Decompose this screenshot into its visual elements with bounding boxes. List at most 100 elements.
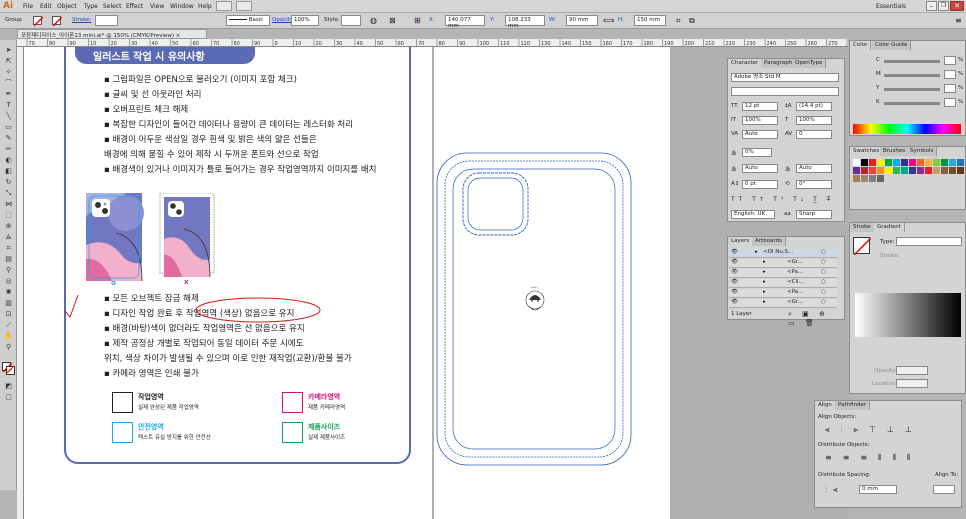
channel-slider[interactable] [884,102,940,105]
scale-tool-icon[interactable]: ⤡ [3,189,14,198]
blend-tool-icon[interactable]: ◎ [3,277,14,286]
expand-arrow-icon[interactable]: ▸ [763,289,766,295]
font-family-select[interactable]: Adobe 명조 Std M [731,73,839,82]
stroke-swatch[interactable] [52,16,63,27]
swatch[interactable] [853,175,860,182]
blob-brush-icon[interactable]: ◐ [3,156,14,165]
eraser-icon[interactable]: ◧ [3,167,14,176]
aki-left-field[interactable]: Auto [742,164,778,173]
swatch[interactable] [869,167,876,174]
arrange-documents-button[interactable] [236,1,252,11]
layer-row[interactable]: 👁 ▸ <Ol Nu.S... ○ [729,249,837,258]
canvas[interactable]: 일러스트 작업 시 유의사항 ▪ 그림파일은 OPEN으로 불러오기 (이미지 … [24,47,848,519]
channel-slider[interactable] [884,60,940,63]
workspace-switcher[interactable]: Essentials [876,3,906,10]
isolate-icon[interactable]: ⧉ [689,16,695,26]
mesh-tool-icon[interactable]: ⌗ [3,244,14,253]
swatch[interactable] [957,159,964,166]
y-field[interactable]: 108.233 mm [505,15,545,29]
channel-value-field[interactable] [944,70,956,79]
tab-character[interactable]: Character [728,59,763,68]
font-size-field[interactable]: 12 pt [742,102,778,111]
graphic-style-select[interactable] [341,15,361,26]
menu-view[interactable]: View [150,3,164,10]
swatch[interactable] [861,175,868,182]
screen-mode-icon[interactable]: ▢ [3,393,14,402]
channel-slider[interactable] [884,74,940,77]
tab-stroke[interactable]: Stroke [850,223,875,232]
type-tool-icon[interactable]: T [3,101,14,110]
gradient-opacity-field[interactable] [896,366,928,375]
close-icon[interactable]: ✕ [950,1,964,11]
tab-color[interactable]: Color [850,41,872,50]
swatch[interactable] [925,159,932,166]
expand-arrow-icon[interactable]: ▸ [755,249,758,255]
layer-row[interactable]: 👁 ▸ <Gr... ○ [729,259,837,268]
tab-align[interactable]: Align [815,401,836,410]
minimize-icon[interactable]: – [926,1,937,11]
kerning-field[interactable]: Auto [742,130,778,139]
menu-help[interactable]: Help [198,3,212,10]
visibility-eye-icon[interactable]: 👁 [731,269,738,275]
gradient-location-field[interactable] [896,379,928,388]
target-icon[interactable]: ○ [821,289,826,295]
aki-right-field[interactable]: Auto [796,164,832,173]
swatch[interactable] [893,167,900,174]
restore-icon[interactable]: ❐ [938,1,949,11]
tab-gradient[interactable]: Gradient [874,223,905,232]
draw-mode-icon[interactable]: ◩ [3,382,14,391]
swatch[interactable] [893,159,900,166]
distribute-object-buttons[interactable]: ≡≡≡⫴⫴⫴ [825,453,921,463]
selection-tool-icon[interactable]: ➤ [3,46,14,55]
gradient-type-select[interactable] [896,237,962,246]
bridge-button[interactable] [216,1,232,11]
swatch[interactable] [885,159,892,166]
menu-window[interactable]: Window [170,3,194,10]
tab-artboards[interactable]: Artboards [752,237,786,246]
menu-type[interactable]: Type [84,3,98,10]
pen-tool-icon[interactable]: ✒ [3,90,14,99]
recolor-icon[interactable]: ◍ [370,16,377,25]
stroke-color-icon[interactable] [6,366,15,375]
swatch[interactable] [941,167,948,174]
reference-point-icon[interactable]: ⊞ [414,16,421,25]
swatch[interactable] [885,167,892,174]
anti-alias-select[interactable]: Sharp [796,210,832,219]
menu-edit[interactable]: Edit [40,3,52,10]
tracking-field[interactable]: 0 [796,130,832,139]
swatch[interactable] [853,159,860,166]
layer-row[interactable]: 👁 ▸ <Pa... ○ [729,289,837,298]
channel-value-field[interactable] [944,98,956,107]
channel-value-field[interactable] [944,84,956,93]
swatch[interactable] [925,167,932,174]
expand-arrow-icon[interactable]: ▸ [763,269,766,275]
stroke-weight-field[interactable] [95,15,118,26]
lasso-icon[interactable]: ⌒ [3,79,14,88]
swatch[interactable] [877,167,884,174]
target-icon[interactable]: ○ [821,249,826,255]
zoom-tool-icon[interactable]: ⚲ [3,343,14,352]
swatch[interactable] [949,159,956,166]
swatch[interactable] [957,167,964,174]
align-object-buttons[interactable]: ⫷⫶⫸⊤⊥⊥ [825,425,923,435]
swatch[interactable] [901,159,908,166]
stroke-label[interactable]: Stroke: [72,17,91,23]
opacity-field[interactable]: 100% [291,15,319,26]
magic-wand-icon[interactable]: ✧ [3,68,14,77]
menu-file[interactable]: File [23,3,33,10]
color-spectrum[interactable] [853,124,961,134]
document-tab[interactable]: 포장재디자이스_아이폰13 mini.ai* @ 150% (CMYK/Prev… [17,29,207,39]
swatch[interactable] [869,159,876,166]
swatch[interactable] [869,175,876,182]
horizontal-scale-field[interactable]: 100% [796,116,832,125]
symbol-sprayer-icon[interactable]: ✺ [3,288,14,297]
brush-select[interactable]: Basic [226,15,270,26]
swatch[interactable] [877,159,884,166]
visibility-eye-icon[interactable]: 👁 [731,249,738,255]
swatch[interactable] [933,167,940,174]
tab-color-guide[interactable]: Color Guide [872,41,912,50]
tab-layers[interactable]: Layers [728,237,754,246]
expand-arrow-icon[interactable]: ▸ [763,279,766,285]
artboard-tool-icon[interactable]: ⊡ [3,310,14,319]
perspective-grid-icon[interactable]: ⟁ [3,233,14,242]
